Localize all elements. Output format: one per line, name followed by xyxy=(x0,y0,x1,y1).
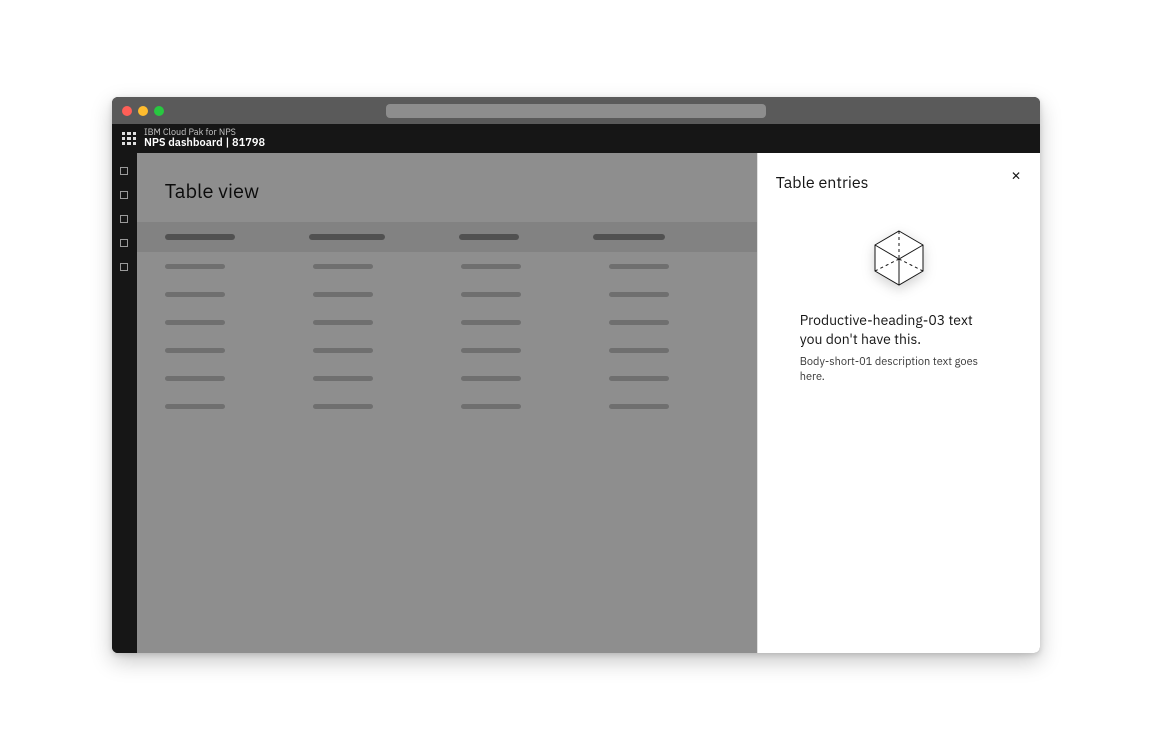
empty-state-description: Body-short-01 description text goes here… xyxy=(800,355,998,386)
cell xyxy=(313,264,373,269)
cell xyxy=(609,348,669,353)
cell xyxy=(165,376,225,381)
window-maximize-button[interactable] xyxy=(154,106,164,116)
empty-state-cube-icon xyxy=(776,229,1022,287)
url-bar-placeholder[interactable] xyxy=(386,104,766,118)
table-row[interactable] xyxy=(137,336,757,364)
window-titlebar xyxy=(112,97,1040,124)
window-controls xyxy=(122,106,164,116)
cell xyxy=(165,264,225,269)
content-area: Table view xyxy=(112,153,1040,653)
window-minimize-button[interactable] xyxy=(138,106,148,116)
page-name: NPS dashboard | 81798 xyxy=(144,137,265,149)
app-switcher-icon[interactable] xyxy=(122,132,136,146)
table-row[interactable] xyxy=(137,392,757,420)
cell xyxy=(461,320,521,325)
cell xyxy=(165,292,225,297)
cell xyxy=(165,404,225,409)
column-header xyxy=(165,234,235,240)
data-table xyxy=(137,222,757,420)
close-icon-glyph: ✕ xyxy=(1011,171,1021,183)
empty-state-heading: Productive-heading-03 text you don't hav… xyxy=(800,311,998,349)
window-close-button[interactable] xyxy=(122,106,132,116)
cell xyxy=(609,292,669,297)
column-header xyxy=(309,234,385,240)
cell xyxy=(313,376,373,381)
table-row[interactable] xyxy=(137,364,757,392)
cell xyxy=(313,348,373,353)
sidebar-item-5[interactable] xyxy=(120,263,128,271)
cell xyxy=(461,292,521,297)
sidebar-item-3[interactable] xyxy=(120,215,128,223)
column-header xyxy=(593,234,665,240)
sidebar-item-1[interactable] xyxy=(120,167,128,175)
side-panel-title: Table entries xyxy=(776,173,1022,193)
cell xyxy=(313,404,373,409)
sidebar-item-2[interactable] xyxy=(120,191,128,199)
cell xyxy=(461,376,521,381)
column-header xyxy=(459,234,519,240)
table-row[interactable] xyxy=(137,280,757,308)
side-panel: Table entries ✕ Productive-heading-03 te… xyxy=(757,153,1040,653)
close-icon[interactable]: ✕ xyxy=(1006,167,1026,187)
cell xyxy=(609,264,669,269)
page-title: Table view xyxy=(137,153,757,222)
table-row[interactable] xyxy=(137,308,757,336)
main-pane: Table view xyxy=(137,153,757,653)
table-header-row xyxy=(137,222,757,252)
product-header: IBM Cloud Pak for NPS NPS dashboard | 81… xyxy=(112,124,1040,153)
cell xyxy=(609,320,669,325)
cell xyxy=(165,320,225,325)
sidebar-item-4[interactable] xyxy=(120,239,128,247)
table-row[interactable] xyxy=(137,252,757,280)
cell xyxy=(609,404,669,409)
browser-window: IBM Cloud Pak for NPS NPS dashboard | 81… xyxy=(112,97,1040,653)
sidebar xyxy=(112,153,137,653)
cell xyxy=(461,264,521,269)
cell xyxy=(461,404,521,409)
empty-state-text: Productive-heading-03 text you don't hav… xyxy=(776,311,1022,386)
cell xyxy=(609,376,669,381)
cell xyxy=(313,320,373,325)
cell xyxy=(313,292,373,297)
cell xyxy=(461,348,521,353)
header-text: IBM Cloud Pak for NPS NPS dashboard | 81… xyxy=(144,128,265,150)
cell xyxy=(165,348,225,353)
